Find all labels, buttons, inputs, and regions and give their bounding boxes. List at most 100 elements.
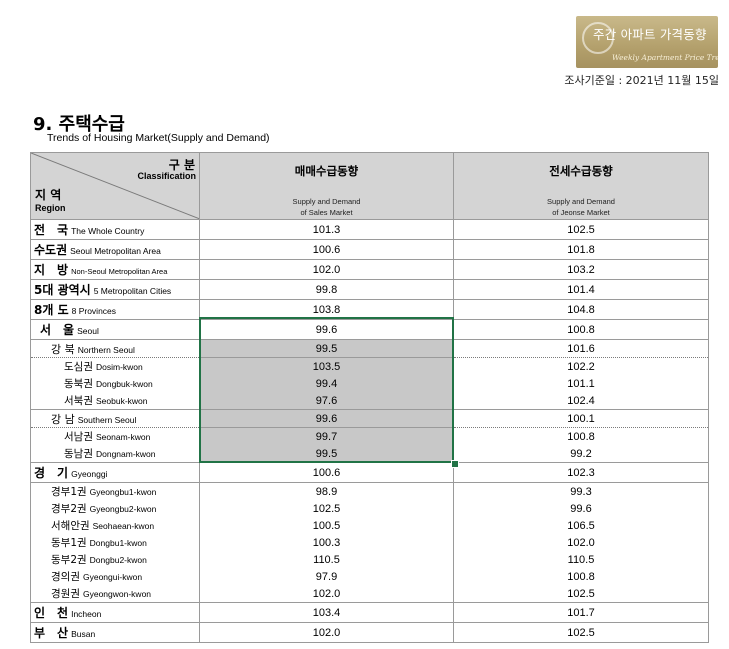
region-cell[interactable]: 경원권 Gyeongwon-kwon <box>30 585 200 603</box>
region-cell[interactable]: 동북권 Dongbuk-kwon <box>30 375 200 392</box>
sales-cell[interactable]: 99.4 <box>199 375 454 392</box>
sales-cell[interactable]: 99.8 <box>199 279 454 300</box>
jeonse-cell[interactable]: 102.3 <box>453 462 709 483</box>
region-cell[interactable]: 8개 도8 Provinces <box>30 299 200 320</box>
sales-cell[interactable]: 110.5 <box>199 551 454 568</box>
region-cell[interactable]: 부 산 Busan <box>30 622 200 643</box>
table-row: 5대 광역시 5 Metropolitan Cities 99.8 101.4 <box>30 279 709 300</box>
sales-cell[interactable]: 100.6 <box>199 239 454 260</box>
jeonse-cell[interactable]: 102.5 <box>453 622 709 643</box>
weekly-trends-badge: 주간 아파트 가격동향 Weekly Apartment Price Trend… <box>576 16 718 68</box>
region-cell[interactable]: 경부2권 Gyeongbu2-kwon <box>30 500 200 517</box>
sales-cell[interactable]: 98.9 <box>199 482 454 500</box>
fill-handle[interactable] <box>451 460 459 468</box>
region-cell[interactable]: 서북권 Seobuk-kwon <box>30 392 200 410</box>
sales-cell[interactable]: 101.3 <box>199 219 454 240</box>
sales-column-title: 매매수급동향 <box>294 164 359 178</box>
jeonse-cell[interactable]: 102.0 <box>453 534 709 551</box>
region-cell[interactable]: 지 방 Non-Seoul Metropolitan Area <box>30 259 200 280</box>
table-row: 전 국 The Whole Country 101.3 102.5 <box>30 219 709 240</box>
section-subtitle: Trends of Housing Market(Supply and Dema… <box>47 132 270 144</box>
region-cell[interactable]: 전 국 The Whole Country <box>30 219 200 240</box>
jeonse-cell[interactable]: 100.1 <box>453 409 709 428</box>
jeonse-cell[interactable]: 106.5 <box>453 517 709 534</box>
jeonse-cell[interactable]: 102.4 <box>453 392 709 410</box>
jeonse-cell[interactable]: 100.8 <box>453 319 709 340</box>
jeonse-cell[interactable]: 101.4 <box>453 279 709 300</box>
region-cell[interactable]: 강 북 Northern Seoul <box>30 339 200 358</box>
table-row: 동북권 Dongbuk-kwon 99.4 101.1 <box>30 375 709 392</box>
table-row: 경원권 Gyeongwon-kwon 102.0 102.5 <box>30 585 709 603</box>
jeonse-cell[interactable]: 102.5 <box>453 585 709 603</box>
jeonse-cell[interactable]: 101.7 <box>453 602 709 623</box>
sales-cell[interactable]: 103.5 <box>199 357 454 375</box>
sales-cell[interactable]: 102.5 <box>199 500 454 517</box>
jeonse-column-header[interactable]: 전세수급동향 Supply and Demand of Jeonse Marke… <box>453 152 709 220</box>
sales-cell[interactable]: 100.6 <box>199 462 454 483</box>
region-cell[interactable]: 서해안권 Seohaean-kwon <box>30 517 200 534</box>
classification-label-en: Classification <box>137 171 196 181</box>
sales-cell[interactable]: 100.5 <box>199 517 454 534</box>
sales-cell[interactable]: 100.3 <box>199 534 454 551</box>
survey-date: 조사기준일 : 2021년 11월 15일 <box>564 74 719 87</box>
region-cell[interactable]: 인 천 Incheon <box>30 602 200 623</box>
jeonse-cell[interactable]: 100.8 <box>453 568 709 585</box>
table-header-row: 구 분 Classification 지 역 Region 매매수급동향 Sup… <box>30 152 709 220</box>
sales-cell[interactable]: 99.5 <box>199 339 454 358</box>
jeonse-cell[interactable]: 100.8 <box>453 427 709 445</box>
sales-cell[interactable]: 99.7 <box>199 427 454 445</box>
jeonse-cell[interactable]: 101.8 <box>453 239 709 260</box>
region-cell[interactable]: 서 울 Seoul <box>30 319 200 340</box>
sales-cell[interactable]: 99.6 <box>199 319 454 340</box>
region-label-en: Region <box>35 203 66 213</box>
table-row: 강 남 Southern Seoul 99.6 100.1 <box>30 409 709 428</box>
region-cell[interactable]: 경 기 Gyeonggi <box>30 462 200 483</box>
table-row: 서 울 Seoul 99.6 100.8 <box>30 319 709 340</box>
sales-cell[interactable]: 102.0 <box>199 259 454 280</box>
region-cell[interactable]: 동부2권 Dongbu2-kwon <box>30 551 200 568</box>
header-corner-cell[interactable]: 구 분 Classification 지 역 Region <box>30 152 200 220</box>
jeonse-cell[interactable]: 103.2 <box>453 259 709 280</box>
region-cell[interactable]: 도심권 Dosim-kwon <box>30 357 200 375</box>
jeonse-cell[interactable]: 99.2 <box>453 445 709 463</box>
region-cell[interactable]: 수도권 Seoul Metropolitan Area <box>30 239 200 260</box>
table-row: 동남권 Dongnam-kwon 99.5 99.2 <box>30 445 709 463</box>
jeonse-cell[interactable]: 99.6 <box>453 500 709 517</box>
sales-cell[interactable]: 97.9 <box>199 568 454 585</box>
table-row: 서해안권 Seohaean-kwon 100.5 106.5 <box>30 517 709 534</box>
supply-demand-table: 구 분 Classification 지 역 Region 매매수급동향 Sup… <box>30 152 709 643</box>
table-row: 경부2권 Gyeongbu2-kwon 102.5 99.6 <box>30 500 709 517</box>
table-row: 수도권 Seoul Metropolitan Area 100.6 101.8 <box>30 239 709 260</box>
sales-cell[interactable]: 102.0 <box>199 585 454 603</box>
region-cell[interactable]: 경부1권 Gyeongbu1-kwon <box>30 482 200 500</box>
table-row: 경 기 Gyeonggi 100.6 102.3 <box>30 462 709 483</box>
sales-column-sub1: Supply and Demand <box>292 197 361 206</box>
region-cell[interactable]: 동부1권 Dongbu1-kwon <box>30 534 200 551</box>
jeonse-cell[interactable]: 99.3 <box>453 482 709 500</box>
jeonse-column-sub2: of Jeonse Market <box>552 208 610 217</box>
table-row: 강 북 Northern Seoul 99.5 101.6 <box>30 339 709 358</box>
region-label-ko: 지 역 <box>35 188 62 202</box>
table-row: 지 방 Non-Seoul Metropolitan Area 102.0 103… <box>30 259 709 280</box>
jeonse-cell[interactable]: 101.1 <box>453 375 709 392</box>
table-row: 인 천 Incheon 103.4 101.7 <box>30 602 709 623</box>
region-cell[interactable]: 동남권 Dongnam-kwon <box>30 445 200 463</box>
sales-cell[interactable]: 99.5 <box>199 445 454 463</box>
region-cell[interactable]: 강 남 Southern Seoul <box>30 409 200 428</box>
sales-cell[interactable]: 103.8 <box>199 299 454 320</box>
jeonse-cell[interactable]: 101.6 <box>453 339 709 358</box>
jeonse-column-sub1: Supply and Demand <box>547 197 615 206</box>
jeonse-cell[interactable]: 102.5 <box>453 219 709 240</box>
table-row: 동부1권 Dongbu1-kwon 100.3 102.0 <box>30 534 709 551</box>
sales-cell[interactable]: 97.6 <box>199 392 454 410</box>
sales-cell[interactable]: 99.6 <box>199 409 454 428</box>
sales-column-header[interactable]: 매매수급동향 Supply and Demand of Sales Market <box>199 152 454 220</box>
region-cell[interactable]: 경의권 Gyeongui-kwon <box>30 568 200 585</box>
jeonse-cell[interactable]: 104.8 <box>453 299 709 320</box>
region-cell[interactable]: 서남권 Seonam-kwon <box>30 427 200 445</box>
region-cell[interactable]: 5대 광역시 5 Metropolitan Cities <box>30 279 200 300</box>
jeonse-cell[interactable]: 110.5 <box>453 551 709 568</box>
sales-cell[interactable]: 102.0 <box>199 622 454 643</box>
jeonse-cell[interactable]: 102.2 <box>453 357 709 375</box>
sales-cell[interactable]: 103.4 <box>199 602 454 623</box>
